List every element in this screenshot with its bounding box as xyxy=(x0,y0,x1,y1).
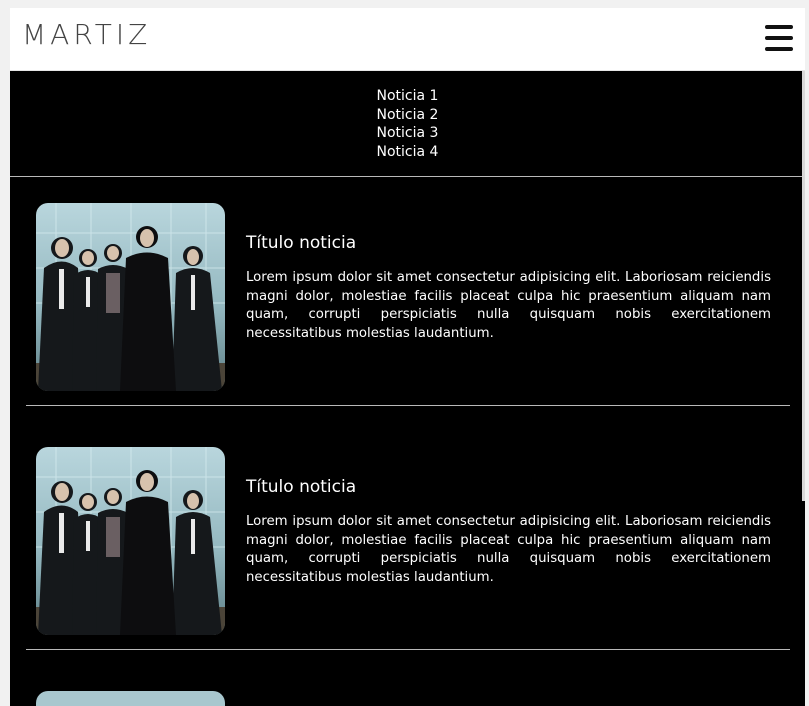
news-list: Noticia 1 Noticia 2 Noticia 3 Noticia 4 xyxy=(10,87,805,161)
news-card: Título noticia Lorem ipsum dolor sit ame… xyxy=(26,203,790,393)
news-link-2[interactable]: Noticia 2 xyxy=(10,106,805,125)
band-photo[interactable] xyxy=(36,203,225,391)
divider xyxy=(26,649,790,650)
news-card: Título noticia Lorem ipsum dolor sit ame… xyxy=(26,447,790,637)
top-navbar: MARTIZ xyxy=(10,8,805,71)
news-link-3[interactable]: Noticia 3 xyxy=(10,124,805,143)
news-menu: Noticia 1 Noticia 2 Noticia 3 Noticia 4 xyxy=(10,71,805,177)
band-photo-image xyxy=(36,447,225,635)
article-text: Título noticia Lorem ipsum dolor sit ame… xyxy=(246,233,771,343)
menu-line xyxy=(765,36,793,40)
logo[interactable]: MARTIZ xyxy=(22,18,151,51)
news-link-4[interactable]: Noticia 4 xyxy=(10,143,805,162)
divider xyxy=(26,405,790,406)
menu-line xyxy=(765,47,793,51)
article-title[interactable]: Título noticia xyxy=(246,477,771,497)
article-body: Lorem ipsum dolor sit amet consectetur a… xyxy=(246,270,771,341)
news-link-1[interactable]: Noticia 1 xyxy=(10,87,805,106)
scrollbar[interactable] xyxy=(802,71,805,501)
band-photo[interactable] xyxy=(36,447,225,635)
page: MARTIZ Noticia 1 Noticia 2 Noticia 3 Not… xyxy=(10,8,805,706)
band-photo-image xyxy=(36,203,225,391)
menu-line xyxy=(765,25,793,29)
band-photo[interactable] xyxy=(36,691,225,706)
article-text: Título noticia Lorem ipsum dolor sit ame… xyxy=(246,477,771,587)
article-title[interactable]: Título noticia xyxy=(246,233,771,253)
article-body: Lorem ipsum dolor sit amet consectetur a… xyxy=(246,514,771,585)
hamburger-menu-icon[interactable] xyxy=(765,25,793,51)
